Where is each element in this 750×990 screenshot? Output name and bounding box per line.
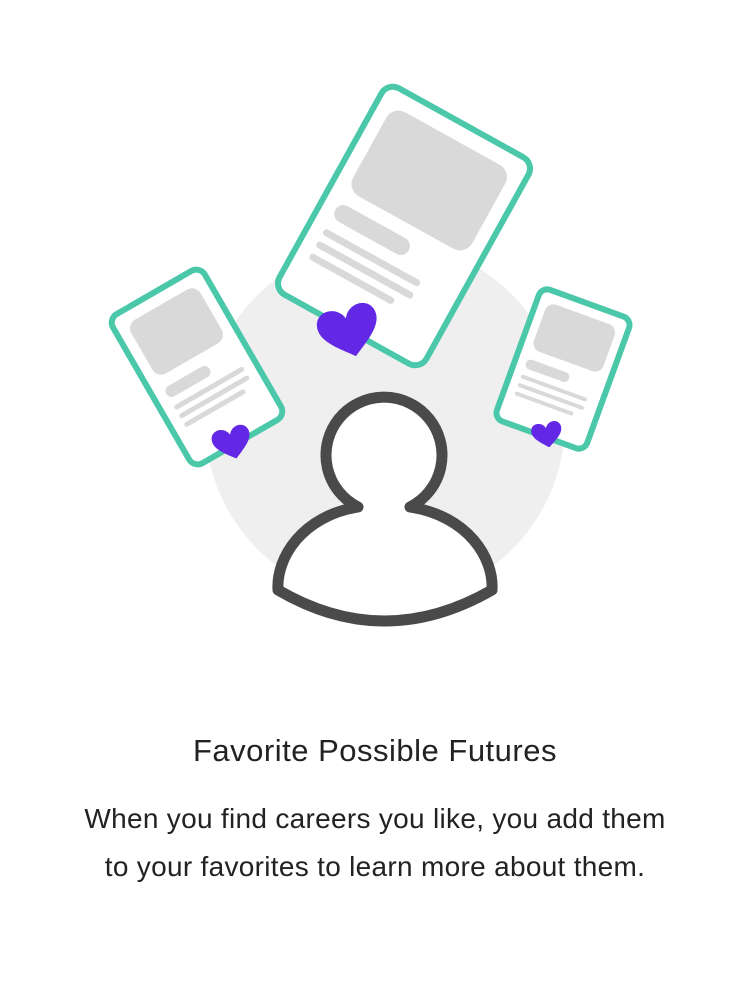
description-text: When you find careers you like, you add … [84, 803, 666, 882]
favorites-illustration [108, 83, 633, 627]
page-title: Favorite Possible Futures [193, 733, 557, 768]
